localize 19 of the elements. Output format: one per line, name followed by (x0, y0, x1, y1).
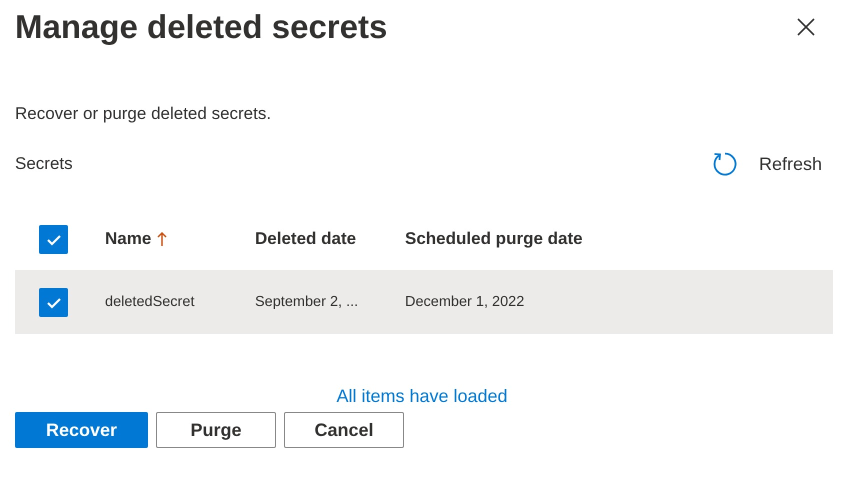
table-row[interactable]: deletedSecret September 2, ... December 1, 2022 (15, 270, 833, 334)
dialog-button[interactable]: Purge (156, 412, 276, 448)
dialog-button[interactable]: Recover (15, 412, 148, 448)
table-cell-text: December 1, 2022 (405, 294, 526, 310)
column-header[interactable]: Deleted date (255, 229, 356, 249)
column-header[interactable]: Scheduled purge date (405, 229, 583, 249)
checkbox[interactable] (39, 224, 68, 254)
table-cell-text: deletedSecret (105, 294, 196, 310)
section-label: Secrets (15, 154, 73, 174)
status-link[interactable]: All items have loaded (336, 386, 508, 406)
refresh-button[interactable]: Refresh (710, 151, 822, 177)
dialog-button[interactable]: Cancel (284, 412, 404, 448)
checkbox[interactable] (39, 288, 68, 316)
column-header[interactable]: Name (105, 229, 168, 249)
dialog-title: Manage deleted secrets (15, 8, 388, 46)
refresh-icon (710, 151, 737, 177)
sort-ascending-icon (157, 231, 168, 247)
table-cell-text: September 2, ... (255, 294, 360, 310)
description: Recover or purge deleted secrets. (15, 104, 272, 125)
